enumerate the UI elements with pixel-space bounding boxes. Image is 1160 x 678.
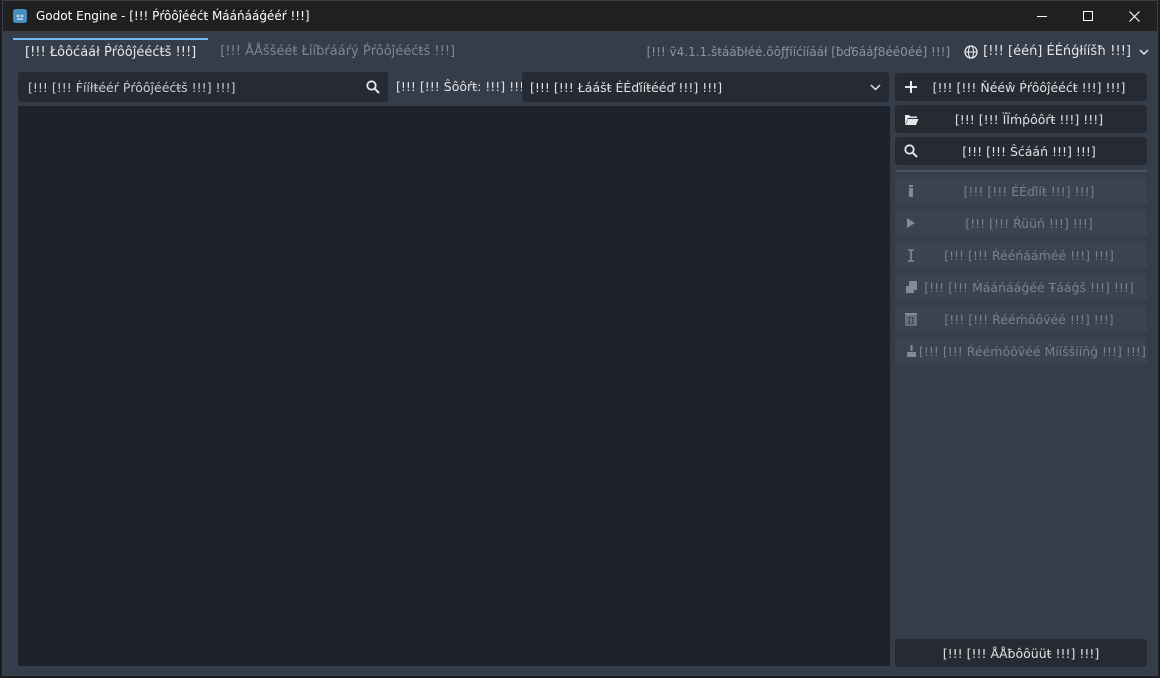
edit-button[interactable]: [!!! [!!! ÉÉďííŧ !!!] !!!] xyxy=(895,177,1147,205)
broom-icon xyxy=(903,343,919,359)
filter-projects-input[interactable] xyxy=(26,78,366,96)
language-selector[interactable]: [!!! [ééń] ÉÉńǵłííšħ !!!] xyxy=(964,44,1149,59)
tab-label: [!!! ÅÅššééŧ Łííƀŕááŕý Ṕŕôôĵééćŧš !!!] xyxy=(220,44,456,59)
import-label: [!!! [!!! ÏÏḿṕôôŕŧ !!!] !!!] xyxy=(954,111,1104,127)
plus-icon xyxy=(903,79,919,95)
scan-button[interactable]: [!!! [!!! Ŝćááń !!!] !!!] xyxy=(895,137,1147,165)
script-tags-icon xyxy=(903,279,919,295)
toolbar-separator xyxy=(895,170,1147,172)
chevron-down-icon xyxy=(1139,48,1149,55)
close-icon xyxy=(1128,10,1140,22)
remove-missing-button[interactable]: [!!! [!!! Ŕééḿôôṽéé Ḿííššííńǵ !!!] !!!] xyxy=(895,337,1147,365)
edit-label: [!!! [!!! ÉÉďííŧ !!!] !!!] xyxy=(963,183,1095,199)
close-button[interactable] xyxy=(1111,1,1157,31)
import-button[interactable]: [!!! [!!! ÏÏḿṕôôŕŧ !!!] !!!] xyxy=(895,105,1147,133)
about-button[interactable]: [!!! [!!! ÅÅƀôôüüŧ !!!] !!!] xyxy=(895,639,1147,667)
search-icon xyxy=(903,143,919,159)
project-manager-window: Godot Engine - [!!! Ṕŕôôĵééćŧ Ḿááńááǵééŕ… xyxy=(2,0,1158,676)
language-label: [!!! [ééń] ÉÉńǵłííšħ !!!] xyxy=(983,44,1131,59)
run-label: [!!! [!!! Ŕüüń !!!] !!!] xyxy=(965,215,1093,231)
sort-order-dropdown[interactable]: [!!! [!!! Łáášŧ ÉÉďííŧééď !!!] !!!] xyxy=(522,72,889,102)
tab-local-projects[interactable]: [!!! Łôôćááł Ṕŕôôĵééćŧš !!!] xyxy=(13,38,209,65)
run-button[interactable]: [!!! [!!! Ŕüüń !!!] !!!] xyxy=(895,209,1147,237)
manage-tags-button[interactable]: [!!! [!!! Ḿááńááǵéé Ŧááǵš !!!] !!!] xyxy=(895,273,1147,301)
trash-icon xyxy=(903,311,919,327)
remove-missing-label: [!!! [!!! Ŕééḿôôṽéé Ḿííššííńǵ !!!] !!!] xyxy=(919,343,1146,359)
godot-logo-icon xyxy=(13,9,27,23)
sort-label: [!!! [!!! Ŝôôŕŧ: !!!] !!!] xyxy=(396,79,530,94)
play-icon xyxy=(903,215,919,231)
text-cursor-icon xyxy=(903,247,919,263)
version-label[interactable]: [!!! ṽ4.1.1.šŧááƀłéé.ôôƒƒííćííááł [ƀď6áá… xyxy=(647,45,951,59)
manage-tags-label: [!!! [!!! Ḿááńááǵéé Ŧááǵš !!!] !!!] xyxy=(924,279,1134,295)
tab-asset-library-projects[interactable]: [!!! ÅÅššééŧ Łííƀŕááŕý Ṕŕôôĵééćŧš !!!] xyxy=(208,38,467,65)
remove-label: [!!! [!!! Ŕééḿôôṽéé !!!] !!!] xyxy=(944,311,1114,327)
folder-open-icon xyxy=(903,111,919,127)
about-label: [!!! [!!! ÅÅƀôôüüŧ !!!] !!!] xyxy=(942,645,1100,661)
main-tab-bar: [!!! Łôôćááł Ṕŕôôĵééćŧš !!!] [!!! ÅÅššéé… xyxy=(13,38,1149,65)
rename-button[interactable]: [!!! [!!! Ŕééńááḿéé !!!] !!!] xyxy=(895,241,1147,269)
new-project-button[interactable]: [!!! [!!! Ňééŵ Ṕŕôôĵééćŧ !!!] !!!] xyxy=(895,73,1147,101)
rename-label: [!!! [!!! Ŕééńááḿéé !!!] !!!] xyxy=(944,247,1114,263)
project-list[interactable] xyxy=(18,106,890,666)
tab-label: [!!! Łôôćááł Ṕŕôôĵééćŧš !!!] xyxy=(25,45,197,60)
title-bar[interactable]: Godot Engine - [!!! Ṕŕôôĵééćŧ Ḿááńááǵééŕ… xyxy=(3,1,1157,31)
minimize-button[interactable] xyxy=(1019,1,1065,31)
globe-icon xyxy=(964,44,978,59)
new-project-label: [!!! [!!! Ňééŵ Ṕŕôôĵééćŧ !!!] !!!] xyxy=(932,79,1126,95)
remove-button[interactable]: [!!! [!!! Ŕééḿôôṽéé !!!] !!!] xyxy=(895,305,1147,333)
sort-selected-value: [!!! [!!! Łáášŧ ÉÉďííŧééď !!!] !!!] xyxy=(530,79,723,95)
maximize-button[interactable] xyxy=(1065,1,1111,31)
chevron-down-icon xyxy=(870,83,881,91)
window-title: Godot Engine - [!!! Ṕŕôôĵééćŧ Ḿááńááǵééŕ… xyxy=(36,9,310,23)
search-icon xyxy=(366,80,380,94)
maximize-icon xyxy=(1083,11,1093,21)
scan-label: [!!! [!!! Ŝćááń !!!] !!!] xyxy=(962,143,1096,159)
edit-pencil-icon xyxy=(903,183,919,199)
filter-projects-field[interactable] xyxy=(18,72,388,102)
minimize-icon xyxy=(1037,16,1047,17)
